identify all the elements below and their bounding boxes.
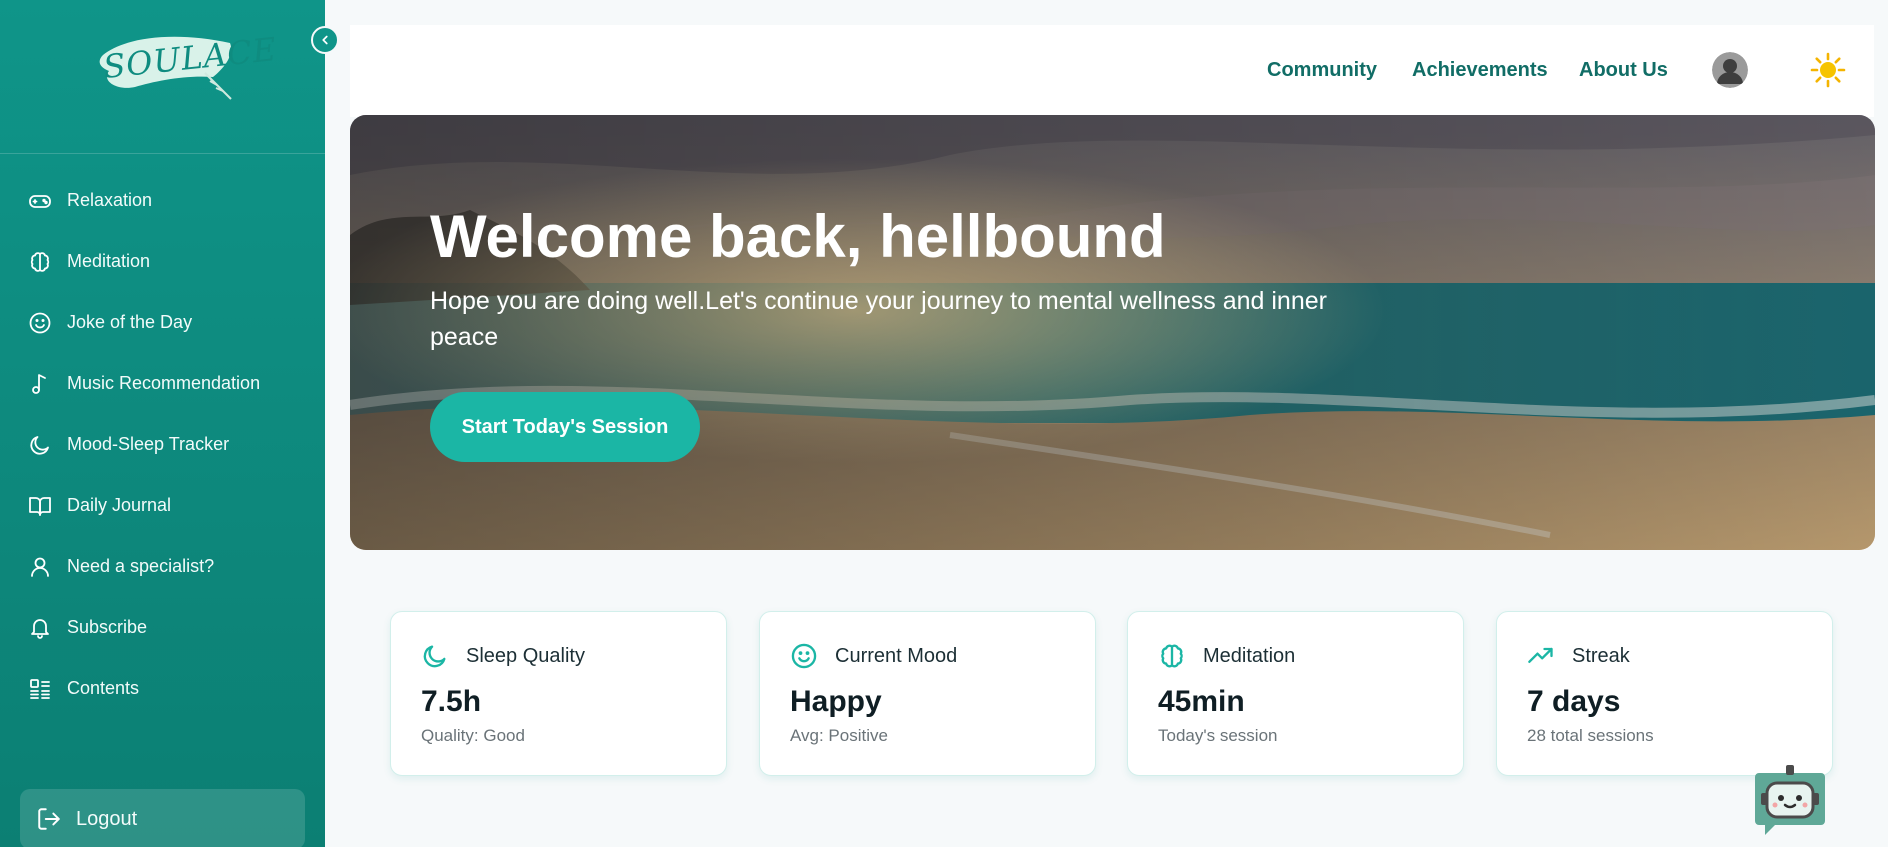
- gamepad-icon: [29, 194, 51, 208]
- sidebar-item-label: Joke of the Day: [67, 312, 193, 332]
- sidebar-item-label: Meditation: [67, 251, 151, 271]
- stat-value: Happy: [790, 685, 882, 718]
- sidebar-item-daily-journal[interactable]: Daily Journal: [0, 475, 325, 536]
- sidebar-item-need-a-specialist[interactable]: Need a specialist?: [0, 536, 325, 597]
- list-icon: [30, 678, 50, 699]
- logout-button[interactable]: Logout: [20, 789, 305, 847]
- moon-icon: [423, 645, 446, 668]
- sidebar-item-label: Music Recommendation: [67, 373, 261, 393]
- sidebar-item-label: Need a specialist?: [67, 556, 215, 576]
- moon-icon: [30, 435, 49, 455]
- hero-banner: Welcome back, hellbound Hope you are doi…: [350, 115, 1875, 550]
- sidebar-item-relaxation[interactable]: Relaxation: [0, 170, 325, 231]
- avatar[interactable]: [1712, 52, 1748, 88]
- smile-icon: [791, 643, 817, 669]
- stat-card-meditation[interactable]: Meditation 45min Today's session: [1127, 611, 1464, 776]
- sidebar-item-mood-sleep-tracker[interactable]: Mood-Sleep Tracker: [0, 414, 325, 475]
- nav-link-about-us[interactable]: About Us: [1579, 59, 1668, 82]
- book-icon: [29, 496, 51, 516]
- trending-up-icon: [1528, 647, 1553, 663]
- app-logo[interactable]: SOULACE: [95, 25, 279, 110]
- sidebar-item-subscribe[interactable]: Subscribe: [0, 597, 325, 658]
- stat-subtext: Today's session: [1158, 726, 1278, 745]
- music-note-icon: [32, 373, 46, 394]
- stat-value: 7 days: [1527, 685, 1621, 718]
- sidebar-item-meditation[interactable]: Meditation: [0, 231, 325, 292]
- stat-card-current-mood[interactable]: Current Mood Happy Avg: Positive: [759, 611, 1096, 776]
- sun-icon: [1810, 52, 1846, 88]
- chatbot-button[interactable]: [1755, 763, 1825, 835]
- sidebar-item-music-recommendation[interactable]: Music Recommendation: [0, 353, 325, 414]
- sidebar-divider: [0, 153, 325, 154]
- stat-title: Streak: [1572, 645, 1630, 667]
- sidebar-item-label: Contents: [67, 678, 140, 698]
- logout-label: Logout: [76, 807, 138, 830]
- stat-title: Current Mood: [835, 645, 958, 667]
- welcome-title: Welcome back, hellbound: [430, 203, 1166, 270]
- brain-icon: [30, 251, 50, 272]
- nav-link-achievements[interactable]: Achievements: [1412, 59, 1548, 82]
- robot-icon: [1755, 765, 1825, 835]
- chevron-left-icon: [322, 35, 328, 45]
- sidebar-item-joke-of-the-day[interactable]: Joke of the Day: [0, 292, 325, 353]
- logout-icon: [38, 808, 60, 830]
- sidebar-collapse-button[interactable]: [311, 26, 339, 54]
- sidebar-nav: Relaxation Meditation Joke of the Day Mu…: [0, 170, 325, 719]
- avatar-icon: [1712, 52, 1748, 88]
- bell-icon: [31, 618, 49, 639]
- smile-icon: [29, 312, 51, 333]
- sidebar-item-contents[interactable]: Contents: [0, 658, 325, 719]
- theme-toggle-button[interactable]: [1810, 52, 1846, 88]
- sidebar: SOULACE Relaxation Meditation Joke of th…: [0, 0, 325, 847]
- stat-subtext: Quality: Good: [421, 726, 525, 745]
- stat-title: Sleep Quality: [466, 645, 585, 667]
- stat-subtext: Avg: Positive: [790, 726, 888, 745]
- stat-card-streak[interactable]: Streak 7 days 28 total sessions: [1496, 611, 1833, 776]
- stat-card-sleep-quality[interactable]: Sleep Quality 7.5h Quality: Good: [390, 611, 727, 776]
- stat-subtext: 28 total sessions: [1527, 726, 1654, 745]
- sidebar-item-label: Mood-Sleep Tracker: [67, 434, 230, 454]
- stat-title: Meditation: [1203, 645, 1296, 667]
- sidebar-item-label: Subscribe: [67, 617, 148, 637]
- welcome-subtitle: Hope you are doing well.Let's continue y…: [430, 287, 1327, 351]
- stat-value: 45min: [1158, 685, 1245, 718]
- nav-link-community[interactable]: Community: [1267, 59, 1377, 82]
- user-icon: [31, 557, 49, 577]
- brain-icon: [1161, 644, 1183, 668]
- start-session-button[interactable]: Start Today's Session: [430, 392, 700, 462]
- sidebar-item-label: Relaxation: [67, 190, 153, 210]
- stat-value: 7.5h: [421, 685, 482, 718]
- sidebar-item-label: Daily Journal: [67, 495, 172, 515]
